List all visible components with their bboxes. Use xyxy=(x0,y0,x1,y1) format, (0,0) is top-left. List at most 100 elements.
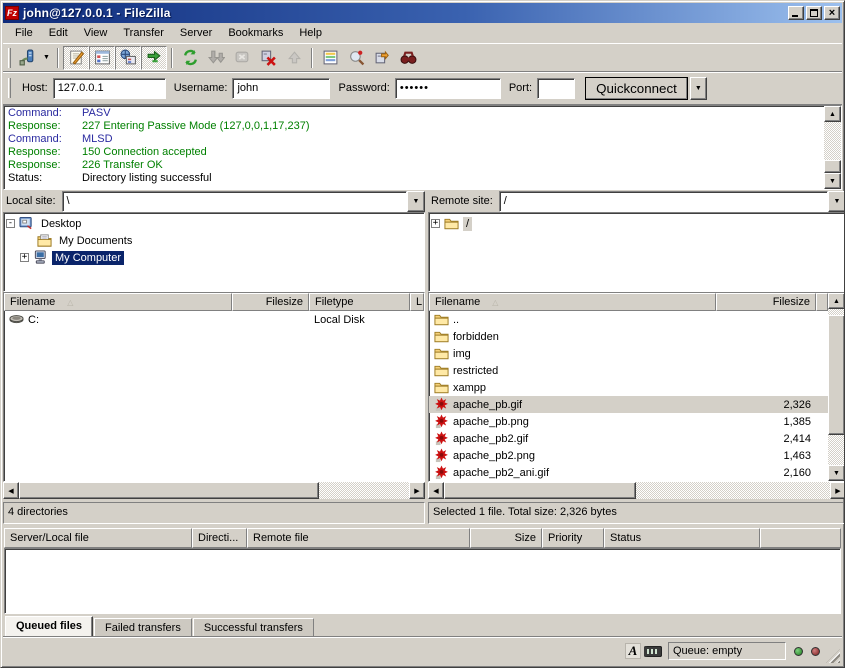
log-scroll-thumb[interactable] xyxy=(824,160,841,173)
local-site-dropdown[interactable]: ▼ xyxy=(407,191,425,212)
tab-successful-transfers[interactable]: Successful transfers xyxy=(193,618,314,636)
scroll-thumb[interactable] xyxy=(828,315,845,435)
remote-horizontal-scrollbar[interactable]: ◀ ▶ xyxy=(428,482,845,499)
toggle-remote-tree-button[interactable] xyxy=(115,46,141,70)
port-input[interactable] xyxy=(537,78,575,99)
menu-transfer[interactable]: Transfer xyxy=(115,25,172,41)
local-site-combo[interactable]: \ ▼ xyxy=(62,191,425,212)
refresh-button[interactable] xyxy=(177,46,203,70)
scroll-track[interactable] xyxy=(636,482,830,499)
remote-site-dropdown[interactable]: ▼ xyxy=(828,191,845,212)
transfer-type-ascii-icon[interactable]: A xyxy=(625,643,641,659)
scroll-up-icon[interactable]: ▲ xyxy=(828,293,845,309)
tree-item-root[interactable]: + / xyxy=(431,215,845,232)
toggle-local-tree-button[interactable] xyxy=(89,46,115,70)
log-scrollbar[interactable]: ▲ ▼ xyxy=(824,106,841,189)
tree-item-desktop[interactable]: - Desktop xyxy=(6,215,424,232)
collapse-icon[interactable]: - xyxy=(6,219,15,228)
folder-icon xyxy=(434,363,451,378)
column-server-local-file[interactable]: Server/Local file xyxy=(4,528,192,548)
remote-file-row[interactable]: xampp xyxy=(429,379,828,396)
scroll-right-icon[interactable]: ▶ xyxy=(409,482,425,499)
menu-view[interactable]: View xyxy=(76,25,116,41)
menu-edit[interactable]: Edit xyxy=(41,25,76,41)
maximize-button[interactable] xyxy=(806,6,822,20)
remote-file-row[interactable]: apache_pb2.png 1,463 xyxy=(429,447,828,464)
remote-file-row[interactable]: apache_pb.png 1,385 xyxy=(429,413,828,430)
title-bar[interactable]: Fz john@127.0.0.1 - FileZilla × xyxy=(3,3,842,23)
scroll-thumb[interactable] xyxy=(19,482,319,499)
log-scroll-track[interactable] xyxy=(824,122,841,160)
remote-file-row[interactable]: forbidden xyxy=(429,328,828,345)
remote-site-combo[interactable]: / ▼ xyxy=(499,191,845,212)
site-manager-icon xyxy=(19,49,36,66)
synchronized-browsing-button[interactable] xyxy=(369,46,395,70)
menu-server[interactable]: Server xyxy=(172,25,220,41)
expand-icon[interactable]: + xyxy=(20,253,29,262)
toolbar-grip[interactable] xyxy=(8,48,11,68)
column-filesize[interactable]: Filesize xyxy=(716,293,816,311)
queue-list[interactable] xyxy=(4,548,841,614)
scroll-down-icon[interactable]: ▼ xyxy=(828,465,845,481)
quickconnect-dropdown[interactable]: ▼ xyxy=(690,77,707,100)
remote-file-row[interactable]: restricted xyxy=(429,362,828,379)
menu-help[interactable]: Help xyxy=(291,25,330,41)
tab-failed-transfers[interactable]: Failed transfers xyxy=(94,618,192,636)
resize-grip[interactable] xyxy=(826,649,840,663)
password-input[interactable]: •••••• xyxy=(395,78,501,99)
host-input[interactable]: 127.0.0.1 xyxy=(53,78,166,99)
column-filename[interactable]: Filename△ xyxy=(4,293,232,311)
column-last-modified[interactable]: L xyxy=(410,293,424,311)
quickconnect-grip[interactable] xyxy=(8,78,11,98)
scroll-left-icon[interactable]: ◀ xyxy=(428,482,444,499)
remote-file-row-selected[interactable]: apache_pb.gif 2,326 xyxy=(429,396,828,413)
scroll-up-icon[interactable]: ▲ xyxy=(824,106,841,122)
local-file-row[interactable]: C: Local Disk xyxy=(4,311,424,328)
column-direction[interactable]: Directi... xyxy=(192,528,247,548)
site-manager-button[interactable] xyxy=(14,46,40,70)
tree-item-my-documents[interactable]: My Documents xyxy=(6,232,424,249)
scroll-track[interactable] xyxy=(828,435,845,465)
remote-file-row[interactable]: apache_pb2_ani.gif 2,160 xyxy=(429,464,828,481)
username-input[interactable]: john xyxy=(232,78,330,99)
process-queue-button[interactable] xyxy=(203,46,229,70)
column-priority[interactable]: Priority xyxy=(542,528,604,548)
folder-icon xyxy=(434,312,451,327)
column-remote-file[interactable]: Remote file xyxy=(247,528,470,548)
scroll-left-icon[interactable]: ◀ xyxy=(3,482,19,499)
close-button[interactable]: × xyxy=(824,6,840,20)
find-files-button[interactable] xyxy=(395,46,421,70)
column-status[interactable]: Status xyxy=(604,528,760,548)
toggle-transfer-queue-button[interactable] xyxy=(141,46,167,70)
column-filename[interactable]: Filename△ xyxy=(429,293,716,311)
remote-file-row[interactable]: .. xyxy=(429,311,828,328)
directory-listing-filters-button[interactable] xyxy=(317,46,343,70)
remote-file-row[interactable]: apache_pb2.gif 2,414 xyxy=(429,430,828,447)
cancel-operation-button[interactable] xyxy=(229,46,255,70)
expand-icon[interactable]: + xyxy=(431,219,440,228)
local-site-input[interactable]: \ xyxy=(62,191,407,212)
column-filetype[interactable]: Filetype xyxy=(309,293,410,311)
reconnect-button[interactable] xyxy=(281,46,307,70)
tab-queued-files[interactable]: Queued files xyxy=(5,616,93,636)
remote-vertical-scrollbar[interactable]: ▲ ▼ xyxy=(828,293,845,481)
site-manager-dropdown[interactable]: ▼ xyxy=(40,46,53,70)
tree-item-my-computer[interactable]: + My Computer xyxy=(6,249,424,266)
menu-file[interactable]: File xyxy=(7,25,41,41)
column-filesize[interactable]: Filesize xyxy=(232,293,309,311)
disconnect-button[interactable] xyxy=(255,46,281,70)
quickconnect-button[interactable]: Quickconnect xyxy=(585,77,688,100)
local-horizontal-scrollbar[interactable]: ◀ ▶ xyxy=(3,482,425,499)
menu-bookmarks[interactable]: Bookmarks xyxy=(220,25,291,41)
remote-file-row[interactable]: img xyxy=(429,345,828,362)
scroll-track[interactable] xyxy=(319,482,409,499)
column-size[interactable]: Size xyxy=(470,528,542,548)
directory-comparison-button[interactable] xyxy=(343,46,369,70)
scroll-right-icon[interactable]: ▶ xyxy=(830,482,845,499)
speed-limit-icon[interactable] xyxy=(644,646,662,657)
scroll-thumb[interactable] xyxy=(444,482,636,499)
remote-site-input[interactable]: / xyxy=(499,191,828,212)
toggle-message-log-button[interactable] xyxy=(63,46,89,70)
scroll-down-icon[interactable]: ▼ xyxy=(824,173,841,189)
minimize-button[interactable] xyxy=(788,6,804,20)
